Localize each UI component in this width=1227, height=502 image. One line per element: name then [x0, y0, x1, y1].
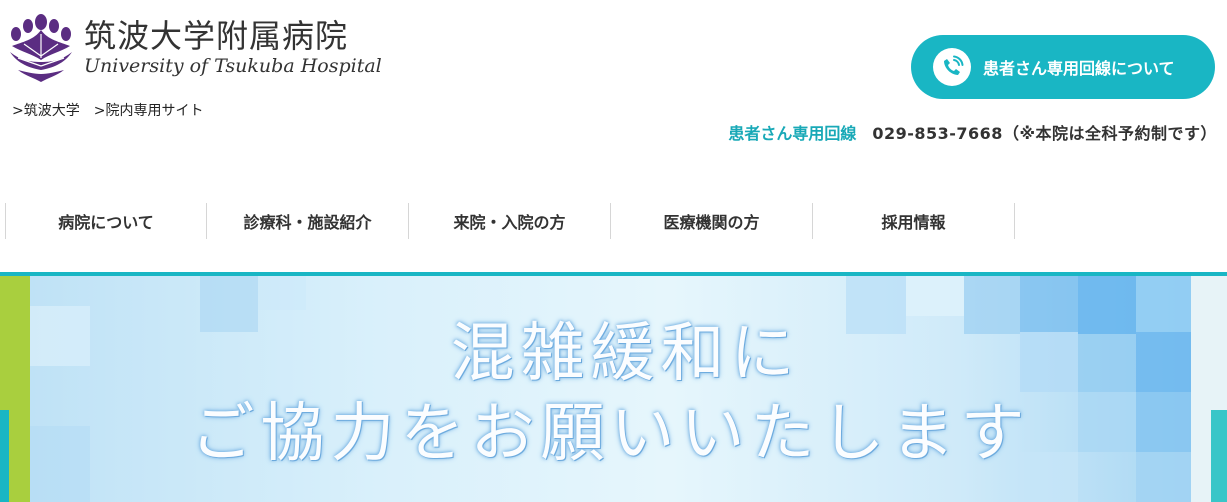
phone-info: 患者さん専用回線 029-853-7668（※本院は全科予約制です）	[728, 120, 1217, 144]
logo-name-en: University of Tsukuba Hospital	[84, 54, 382, 77]
site-logo[interactable]: 筑波大学附属病院 University of Tsukuba Hospital	[4, 10, 382, 85]
hero-title-line2: ご協力をお願いいたします	[190, 397, 1031, 471]
nav-item-visitors[interactable]: 来院・入院の方	[409, 203, 611, 239]
hero-banner: 混雑緩和に ご協力をお願いいたします	[0, 276, 1227, 502]
global-nav: 病院について 診療科・施設紹介 来院・入院の方 医療機関の方 採用情報	[0, 203, 1227, 239]
nav-item-departments[interactable]: 診療科・施設紹介	[207, 203, 409, 239]
hero-left-accent	[0, 276, 30, 502]
phone-number: 029-853-7668（※本院は全科予約制です）	[872, 124, 1217, 143]
hospital-crest-icon	[10, 13, 72, 82]
nav-item-recruit[interactable]: 採用情報	[813, 203, 1015, 239]
mosaic-tile	[906, 276, 964, 316]
logo-text: 筑波大学附属病院 University of Tsukuba Hospital	[84, 18, 382, 78]
link-staff-site[interactable]: >院内専用サイト	[94, 100, 204, 120]
header-sublinks: >筑波大学 >院内専用サイト	[12, 100, 203, 120]
nav-item-medical-institutions[interactable]: 医療機関の方	[611, 203, 813, 239]
nav-item-about[interactable]: 病院について	[5, 203, 207, 239]
patient-line-button[interactable]: 患者さん専用回線について	[911, 35, 1215, 99]
mosaic-tile	[258, 276, 306, 310]
patient-line-button-label: 患者さん専用回線について	[983, 59, 1175, 78]
phone-icon	[933, 48, 971, 86]
hero-next-tab[interactable]	[1211, 410, 1227, 502]
phone-label: 患者さん専用回線	[728, 124, 857, 143]
link-tsukuba-university[interactable]: >筑波大学	[12, 100, 80, 120]
logo-name-ja: 筑波大学附属病院	[84, 16, 349, 55]
hero-prev-tab[interactable]	[0, 410, 9, 502]
hero-title-line1: 混雑緩和に	[450, 317, 801, 391]
hero-right-accent	[1191, 276, 1227, 502]
hero-slide[interactable]: 混雑緩和に ご協力をお願いいたします	[30, 276, 1191, 502]
